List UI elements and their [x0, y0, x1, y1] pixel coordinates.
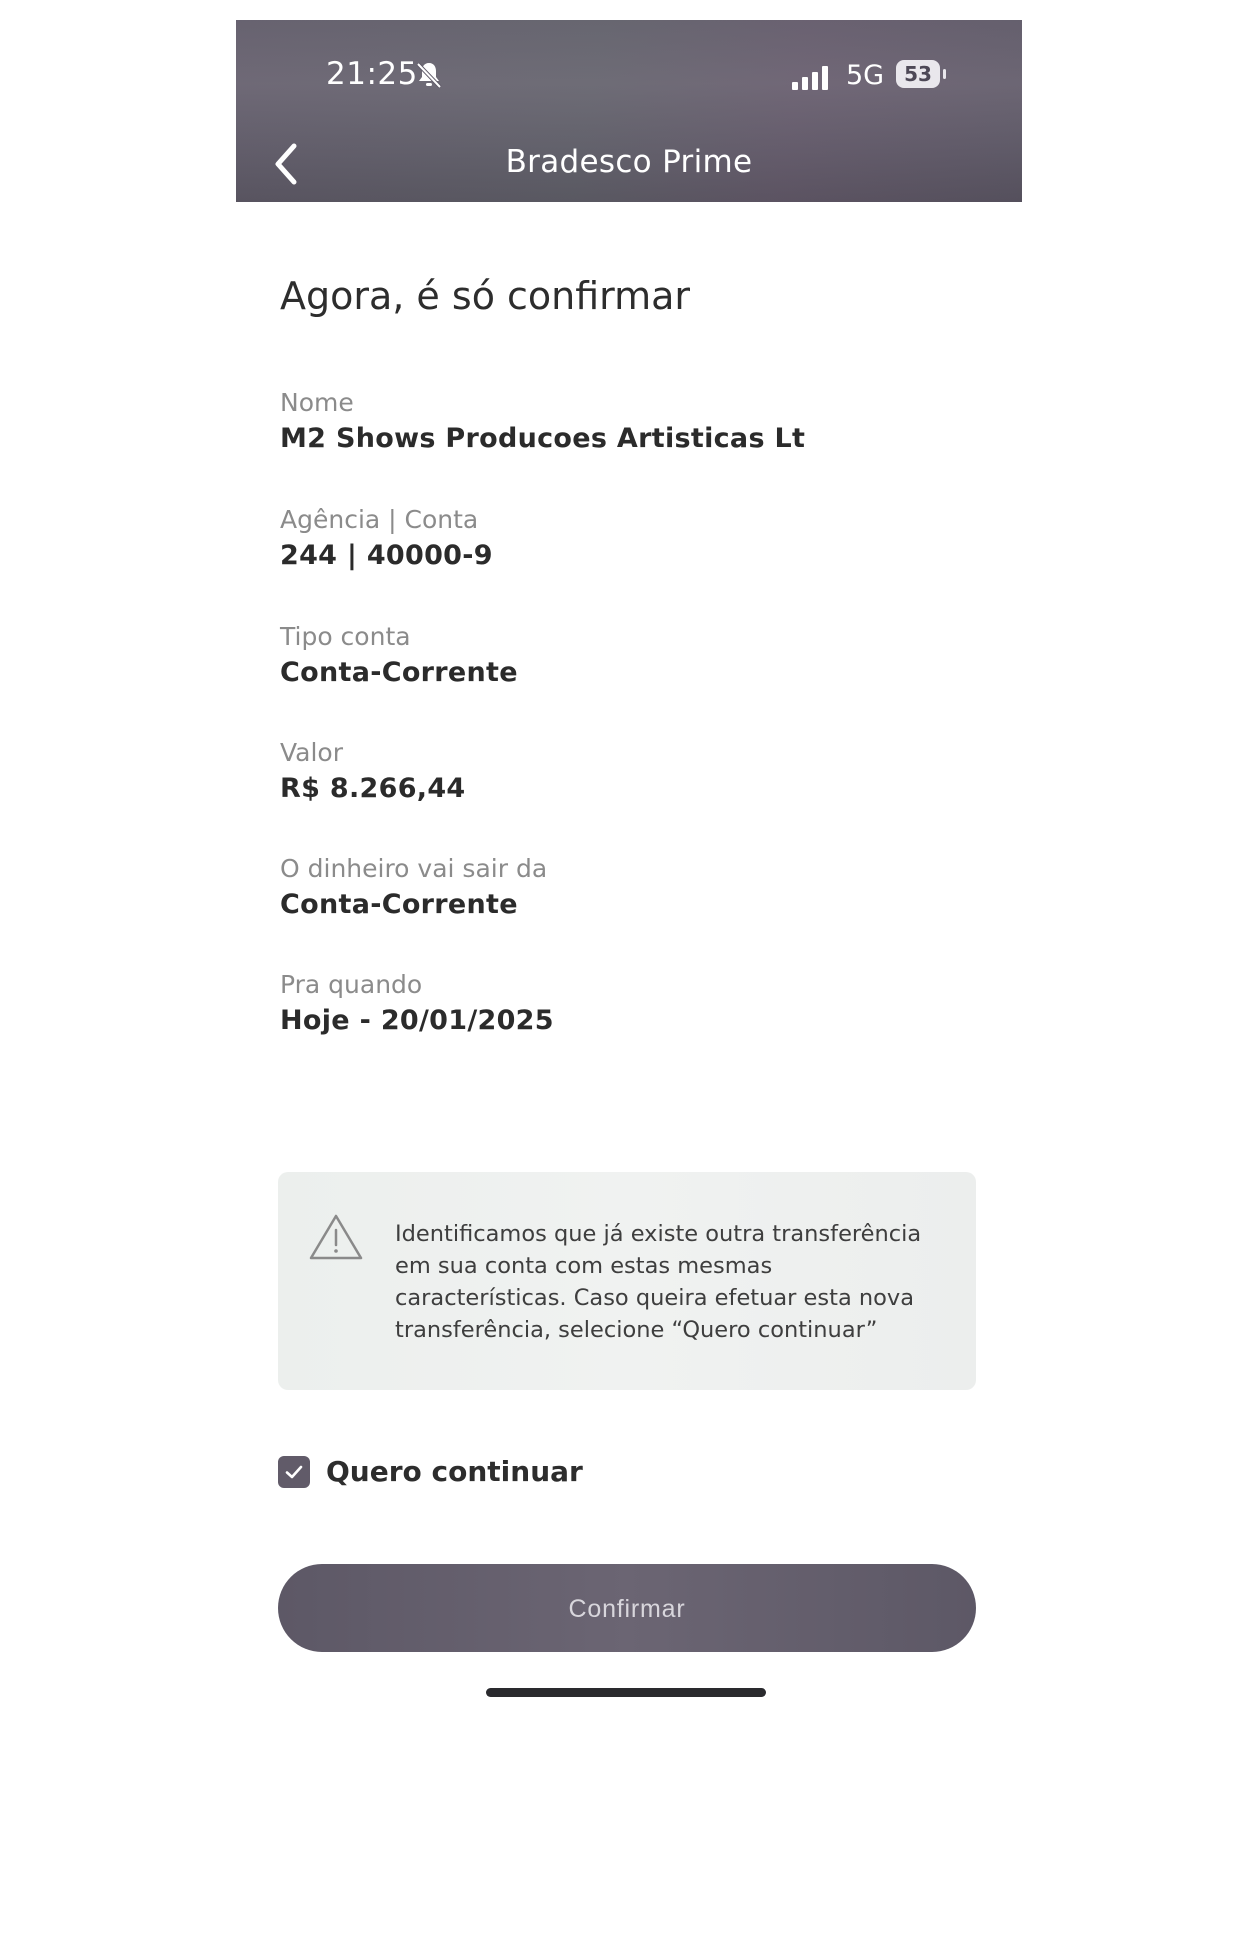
battery-tip — [943, 69, 946, 79]
field-pra-quando: Pra quando Hoje - 20/01/2025 — [280, 968, 554, 1040]
alert-line: características. Caso queira efetuar est… — [395, 1285, 915, 1311]
field-label: Agência | Conta — [280, 505, 479, 534]
battery-icon: 53 — [896, 60, 940, 88]
field-conta-origem: O dinheiro vai sair da Conta-Corrente — [280, 852, 547, 924]
page-heading: Agora, é só confirmar — [280, 274, 691, 318]
confirm-button[interactable]: Confirmar — [278, 1564, 976, 1652]
field-agencia-conta: Agência | Conta 244 | 40000-9 — [280, 503, 493, 575]
home-indicator — [486, 1688, 766, 1697]
field-label: Nome — [280, 388, 354, 417]
field-nome: Nome M2 Shows Producoes Artisticas Lt — [280, 386, 805, 458]
signal-icon — [792, 66, 828, 90]
field-valor: Valor R$ 8.266,44 — [280, 736, 466, 808]
status-time: 21:25 — [326, 56, 418, 92]
field-label: O dinheiro vai sair da — [280, 854, 548, 883]
alert-message: Identificamos que já existe outra transf… — [395, 1218, 955, 1346]
field-tipo-conta: Tipo conta Conta-Corrente — [280, 620, 518, 692]
field-label: Pra quando — [280, 970, 423, 999]
field-value: Hoje - 20/01/2025 — [280, 1005, 554, 1036]
alert-line: Identificamos que já existe outra transf… — [395, 1221, 922, 1247]
field-label: Valor — [280, 738, 344, 767]
checkmark-icon — [285, 1465, 303, 1479]
field-value: R$ 8.266,44 — [280, 773, 466, 804]
field-value: Conta-Corrente — [280, 657, 518, 688]
duplicate-transfer-alert: Identificamos que já existe outra transf… — [278, 1172, 976, 1390]
alert-line: transferência, selecione “Quero continua… — [395, 1317, 878, 1343]
field-value: M2 Shows Producoes Artisticas Lt — [280, 423, 806, 454]
field-value: Conta-Corrente — [280, 889, 518, 920]
alert-line: em sua conta com estas mesmas — [395, 1253, 773, 1279]
field-label: Tipo conta — [280, 622, 411, 651]
app-header: 21:25 5G 53 Bradesco Prime — [236, 20, 1022, 202]
phone-screen: 21:25 5G 53 Bradesco Prime Agora, é só c… — [236, 20, 1022, 1740]
network-type: 5G — [846, 60, 885, 91]
continue-checkbox[interactable] — [278, 1456, 310, 1488]
warning-triangle-icon — [309, 1214, 363, 1260]
header-title: Bradesco Prime — [505, 144, 753, 180]
field-value: 244 | 40000-9 — [280, 540, 493, 571]
bell-muted-icon — [416, 62, 442, 89]
continue-checkbox-label[interactable]: Quero continuar — [326, 1452, 583, 1492]
